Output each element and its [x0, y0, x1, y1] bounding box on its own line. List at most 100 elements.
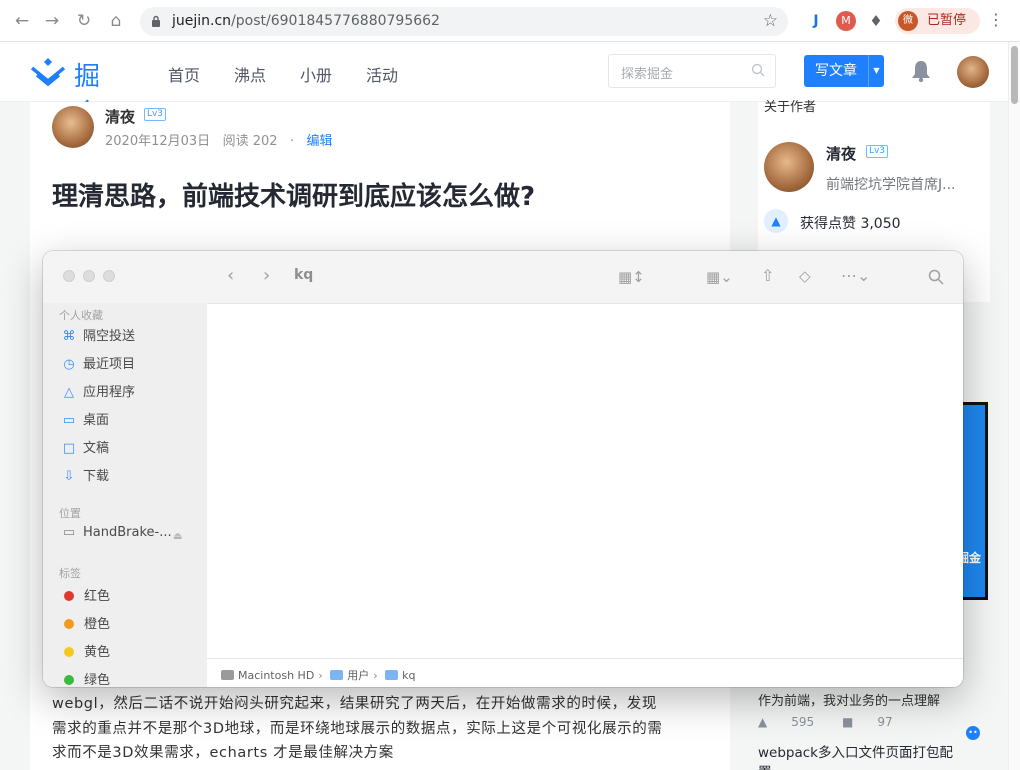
- folder-icon: [330, 670, 344, 680]
- chat-bubble-icon[interactable]: ••: [966, 726, 980, 740]
- sidebar-tag-orange[interactable]: 橙色: [61, 613, 201, 635]
- zoom-window-button[interactable]: [103, 270, 115, 282]
- nav-books[interactable]: 小册: [300, 62, 332, 86]
- browser-toolbar: ← → ↻ ⌂ juejin.cn/post/69018457768807956…: [0, 0, 1020, 42]
- profile-status-label: 已暂停: [927, 13, 967, 28]
- nav-events[interactable]: 活动: [366, 62, 398, 86]
- sidebar-item-label: 黄色: [84, 645, 111, 660]
- extension-m-icon[interactable]: M: [836, 11, 856, 31]
- extension-j-icon[interactable]: J: [806, 11, 826, 31]
- read-count: 阅读 202: [222, 134, 278, 149]
- site-search-input[interactable]: 探索掘金: [608, 54, 776, 88]
- tag-dot-icon: [64, 591, 74, 601]
- sidebar-item-label: 应用程序: [83, 385, 136, 400]
- related-item-title[interactable]: 作为前端，我对业务的一点理解: [758, 690, 990, 709]
- url-text: juejin.cn/post/6901845776880795662: [172, 13, 440, 29]
- sidebar-author-name[interactable]: 清夜: [826, 143, 856, 164]
- chevron-down-icon[interactable]: ▼: [868, 55, 884, 87]
- tag-dot-icon: [64, 675, 74, 685]
- sidebar-item-applications[interactable]: △ 应用程序: [61, 381, 201, 403]
- finder-file-area[interactable]: [207, 303, 963, 658]
- tag-dot-icon: [64, 619, 74, 629]
- edit-link[interactable]: 编辑: [306, 134, 332, 149]
- sidebar-item-recents[interactable]: ◷ 最近项目: [61, 353, 201, 375]
- more-actions-icon[interactable]: ⋯⌄: [841, 266, 870, 285]
- sidebar-item-label: 绿色: [84, 673, 111, 687]
- profile-avatar: 微: [898, 11, 918, 31]
- folder-icon: [385, 670, 399, 680]
- comment-icon: ■: [841, 715, 854, 729]
- related-like-count: 595: [791, 715, 815, 729]
- sidebar-level-badge: Lv3: [866, 145, 888, 158]
- sidebar-item-label: 桌面: [83, 413, 110, 428]
- sidebar-item-label: 红色: [84, 589, 111, 604]
- sidebar-item-label: 橙色: [84, 617, 111, 632]
- bookmark-star-icon[interactable]: ☆: [763, 11, 778, 31]
- path-separator: ›: [373, 669, 378, 682]
- path-separator: ›: [318, 669, 323, 682]
- related-articles: 作为前端，我对业务的一点理解 ▲ 595 ■ 97 webpack多入口文件页面打包…: [758, 690, 990, 770]
- search-icon[interactable]: [751, 63, 765, 77]
- article-meta: 2020年12月03日 阅读 202 · 编辑: [105, 130, 333, 149]
- thumbs-up-icon: ▲: [764, 209, 788, 233]
- author-name[interactable]: 清夜: [105, 106, 135, 127]
- related-comment-count: 97: [877, 715, 893, 729]
- scrollbar-thumb[interactable]: [1011, 46, 1018, 104]
- extensions-puzzle-icon[interactable]: ♦: [866, 11, 886, 31]
- tag-icon[interactable]: ◇: [799, 267, 811, 285]
- reload-icon[interactable]: ↻: [72, 9, 96, 33]
- notification-bell-icon[interactable]: [910, 59, 932, 83]
- sidebar-item-label: 下载: [83, 469, 110, 484]
- tags-section-label: 标签: [59, 567, 81, 580]
- path-segment[interactable]: kq: [402, 669, 415, 682]
- search-icon[interactable]: [928, 269, 944, 285]
- meta-dot: ·: [289, 134, 295, 149]
- path-segment[interactable]: 用户: [347, 669, 369, 682]
- sidebar-tag-yellow[interactable]: 黄色: [61, 641, 201, 663]
- browser-menu-icon[interactable]: ⋮: [988, 10, 1004, 29]
- view-grid-icon[interactable]: ▦↕: [618, 268, 645, 286]
- publish-date: 2020年12月03日: [105, 134, 211, 149]
- group-by-icon[interactable]: ▦⌄: [706, 268, 733, 286]
- sidebar-tag-green[interactable]: 绿色: [61, 669, 201, 687]
- write-article-button[interactable]: 写文章 ▼: [804, 55, 884, 87]
- level-badge: Lv3: [144, 108, 166, 121]
- share-icon[interactable]: ⇧: [761, 266, 774, 285]
- finder-sidebar: 个人收藏 ⌘ 隔空投送 ◷ 最近项目 △ 应用程序 ▭ 桌面 □ 文稿 ⇩ 下载 位置 ▭ H…: [43, 303, 207, 687]
- address-bar[interactable]: juejin.cn/post/6901845776880795662 ☆: [140, 7, 788, 36]
- sidebar-item-downloads[interactable]: ⇩ 下载: [61, 465, 201, 487]
- forward-icon[interactable]: →: [40, 9, 64, 33]
- forward-icon[interactable]: ›: [263, 265, 270, 286]
- disk-icon: ▭: [62, 525, 76, 540]
- related-item-title[interactable]: webpack多入口文件页面打包配置: [758, 743, 958, 770]
- close-window-button[interactable]: [63, 270, 75, 282]
- user-avatar[interactable]: [957, 56, 989, 88]
- article-title: 理清思路，前端技术调研到底应该怎么做?: [52, 182, 536, 212]
- body-line: 求而不是3D效果需求，echarts 才是最佳解决方案: [52, 745, 394, 761]
- finder-window: ‹ › kq ▦↕ ▦⌄ ⇧ ◇ ⋯⌄ 个人收藏 ⌘ 隔空投送 ◷ 最近项目 △ 应用…: [43, 251, 963, 687]
- sidebar-item-airdrop[interactable]: ⌘ 隔空投送: [61, 325, 201, 347]
- sidebar-author-avatar[interactable]: [764, 142, 814, 192]
- nav-pins[interactable]: 沸点: [234, 62, 266, 86]
- author-avatar[interactable]: [52, 106, 94, 148]
- sidebar-tag-red[interactable]: 红色: [61, 585, 201, 607]
- page-scrollbar[interactable]: [1008, 42, 1020, 770]
- sidebar-item-label: HandBrake-...: [83, 525, 172, 540]
- path-segment[interactable]: Macintosh HD: [238, 669, 314, 682]
- hard-disk-icon: [221, 670, 234, 680]
- back-icon[interactable]: ←: [10, 9, 34, 33]
- airdrop-icon: ⌘: [62, 329, 76, 344]
- locations-section-label: 位置: [59, 507, 81, 520]
- profile-paused-button[interactable]: 微 已暂停: [895, 8, 980, 34]
- home-icon[interactable]: ⌂: [104, 9, 128, 33]
- minimize-window-button[interactable]: [83, 270, 95, 282]
- eject-icon[interactable]: ⏏: [173, 531, 182, 542]
- nav-home[interactable]: 首页: [168, 62, 200, 86]
- juejin-logo[interactable]: 掘金: [28, 54, 128, 129]
- sidebar-item-documents[interactable]: □ 文稿: [61, 437, 201, 459]
- back-icon[interactable]: ‹: [227, 265, 234, 286]
- sidebar-item-label: 隔空投送: [83, 329, 136, 344]
- sidebar-author-desc: 前端挖坑学院首席J...: [826, 177, 956, 193]
- sidebar-item-desktop[interactable]: ▭ 桌面: [61, 409, 201, 431]
- search-placeholder: 探索掘金: [621, 67, 674, 82]
